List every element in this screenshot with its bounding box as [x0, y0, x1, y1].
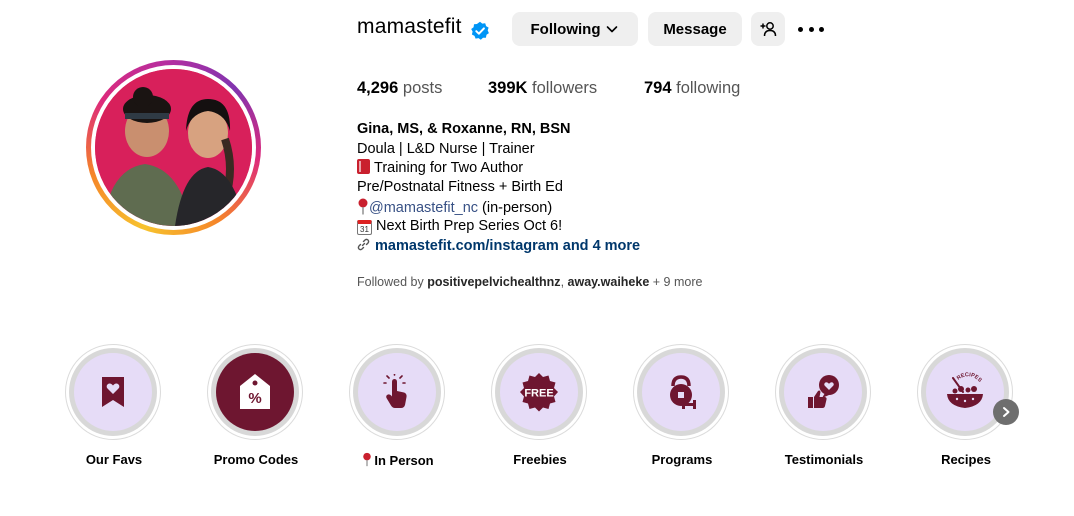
avatar-illustration	[95, 69, 252, 226]
message-button-label: Message	[663, 20, 727, 38]
avatar-photo	[95, 69, 252, 226]
highlight-label: Freebies	[513, 452, 567, 467]
pointing-hand-icon	[383, 374, 407, 408]
percent-tag-icon: %	[240, 374, 270, 409]
bio-line: Doula | L&D Nurse | Trainer	[357, 141, 535, 157]
mention-link[interactable]: @mamastefit_nc	[369, 200, 478, 216]
followed-by-text[interactable]: Followed by positivepelvichealthnz, away…	[357, 275, 702, 289]
svg-text:RECIPES: RECIPES	[956, 372, 983, 384]
avatar-border	[91, 65, 256, 230]
message-button[interactable]: Message	[648, 12, 742, 46]
pushpin-icon	[363, 452, 372, 467]
posts-count: 4,296 posts	[357, 79, 443, 97]
thumbs-up-heart-icon	[808, 375, 839, 408]
highlight-label: Our Favs	[85, 452, 143, 467]
bio-line: Training for Two Author	[357, 159, 523, 179]
calendar-icon: 31	[357, 220, 372, 235]
suggest-users-button[interactable]	[751, 12, 785, 46]
bio-line: 31 Next Birth Prep Series Oct 6!	[357, 217, 562, 237]
following-count[interactable]: 794 following	[644, 79, 740, 98]
free-badge-icon: FREE	[520, 373, 558, 412]
food-bowl-icon: RECIPES	[947, 372, 983, 408]
bio-line: @mamastefit_nc (in-person)	[357, 198, 552, 219]
highlight-label: Promo Codes	[213, 452, 299, 467]
highlight-label: Programs	[651, 452, 713, 467]
bio-name: Gina, MS, & Roxanne, RN, BSN	[357, 121, 571, 137]
chevron-right-icon	[1003, 407, 1010, 417]
add-person-icon	[760, 22, 777, 37]
website-link[interactable]: mamastefit.com/instagram and 4 more	[357, 237, 640, 257]
following-button[interactable]: Following	[512, 12, 638, 46]
profile-avatar[interactable]	[86, 60, 261, 235]
svg-text:FREE: FREE	[524, 388, 553, 400]
pushpin-icon	[358, 198, 368, 215]
book-icon	[357, 159, 370, 174]
following-button-label: Following	[530, 20, 601, 38]
highlight-label: Testimonials	[784, 452, 864, 467]
more-options-icon[interactable]	[798, 20, 824, 38]
followers-count[interactable]: 399K followers	[488, 79, 597, 98]
highlights-next-button[interactable]	[993, 399, 1019, 425]
verified-badge-icon	[471, 21, 489, 40]
bookmark-heart-icon	[102, 377, 124, 407]
link-icon	[357, 238, 370, 251]
highlight-label: Recipes	[941, 452, 991, 467]
kettlebell-icon	[670, 375, 696, 409]
svg-text:%: %	[248, 390, 261, 407]
chevron-down-icon	[607, 26, 618, 33]
highlight-label: In Person	[319, 452, 477, 468]
profile-username: mamastefit	[357, 15, 462, 38]
bio-line: Pre/Postnatal Fitness + Birth Ed	[357, 179, 563, 195]
